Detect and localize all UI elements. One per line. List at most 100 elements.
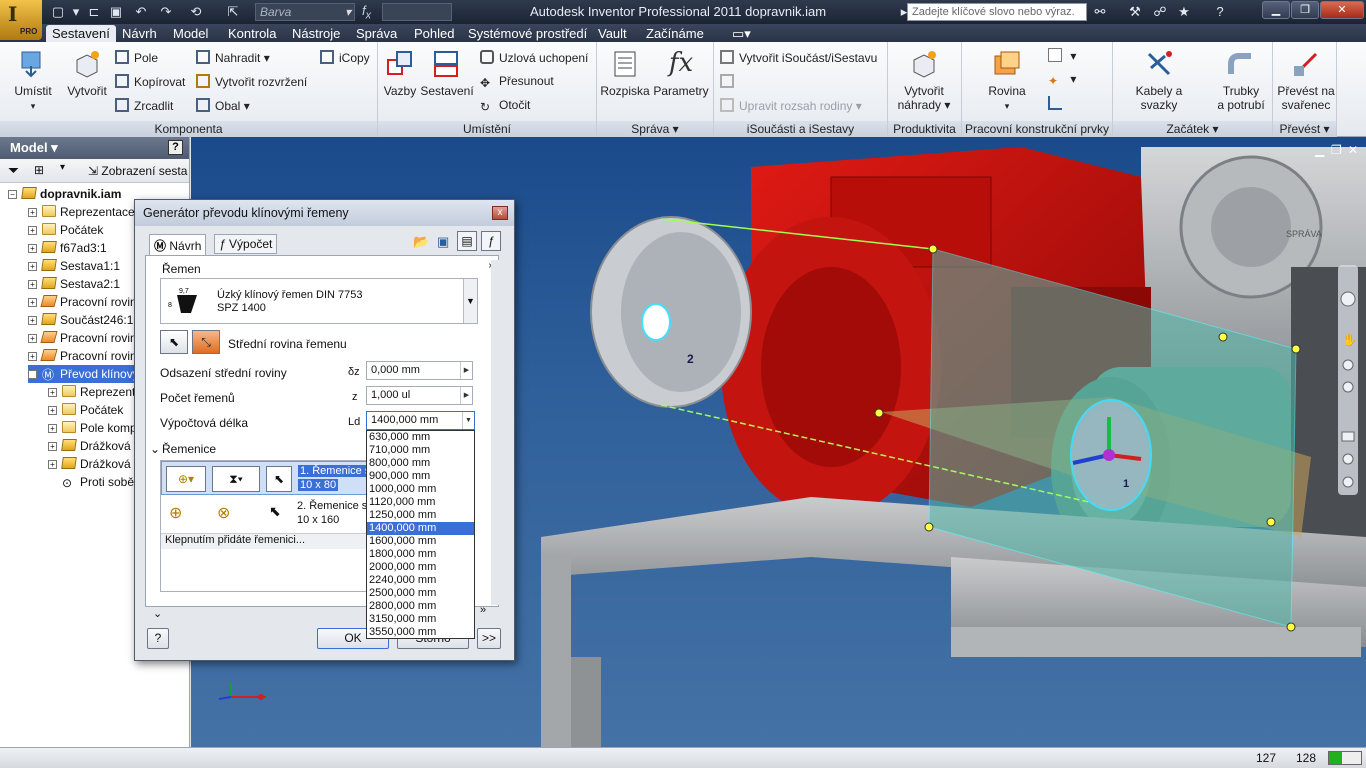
replace-button[interactable]: Nahradit ▾ (196, 50, 270, 65)
length-option[interactable]: 1250,000 mm (367, 509, 474, 522)
tab-nastroje[interactable]: Nástroje (286, 25, 346, 42)
tab-kontrola[interactable]: Kontrola (222, 25, 282, 42)
ribbon-minimize-icon[interactable]: ▭▾ (726, 25, 757, 42)
shrinkwrap-button[interactable]: Obal ▾ (196, 98, 250, 113)
length-option[interactable]: 2000,000 mm (367, 561, 474, 574)
expand-icon[interactable]: + (48, 424, 57, 433)
pulley-2[interactable]: 2 (590, 216, 752, 408)
expand-icon[interactable]: + (48, 406, 57, 415)
tab-zaciname[interactable]: Začínáme (640, 25, 710, 42)
dialog-title-bar[interactable]: Generátor převodu klínovými řemeny x (135, 200, 514, 226)
length-option[interactable]: 2800,000 mm (367, 600, 474, 613)
tools-icon[interactable]: ⚒ (1125, 3, 1145, 21)
ipart-secondary-button[interactable] (720, 74, 739, 89)
length-option[interactable]: 900,000 mm (367, 470, 474, 483)
tree-structure-icon[interactable]: ⊞ (34, 163, 44, 177)
save-icon[interactable]: ▣ (108, 4, 124, 20)
length-option[interactable]: 3150,000 mm (367, 613, 474, 626)
search-input[interactable]: Zadejte klíčové slovo nebo výraz. (907, 3, 1087, 21)
place-button[interactable]: Umístit ▾ (8, 48, 58, 112)
create-substitutes-button[interactable]: Vytvořit náhrady ▾ (894, 48, 954, 112)
belt-dropdown-arrow[interactable]: ▼ (463, 279, 477, 323)
update-icon[interactable]: ⟲ (188, 4, 204, 20)
fx-icon[interactable]: fx (362, 3, 371, 22)
viewport-restore-icon[interactable]: ❐ (1331, 143, 1342, 157)
work-point-button[interactable]: ✦ ▾ (1048, 72, 1076, 88)
browser-tree-item[interactable]: + f67ad3:1 (28, 239, 107, 257)
binoculars-icon[interactable]: ⚯ (1090, 3, 1110, 21)
expand-icon[interactable]: + (48, 460, 57, 469)
collapse-icon[interactable]: − (28, 370, 37, 379)
assemble-button[interactable]: Sestavení (420, 48, 474, 98)
length-option[interactable]: 2500,000 mm (367, 587, 474, 600)
tab-systemove-prostredi[interactable]: Systémové prostředí (462, 25, 593, 42)
rotate-button[interactable]: ↻ Otočit (480, 98, 530, 114)
new-icon[interactable]: ▢ (50, 4, 66, 20)
bom-button[interactable]: Rozpiska (600, 48, 650, 98)
edit-family-scope-button[interactable]: Upravit rozsah rodiny ▾ (720, 98, 862, 113)
length-select[interactable]: 1400,000 mm ▼ (366, 411, 475, 430)
length-option[interactable]: 1600,000 mm (367, 535, 474, 548)
browser-tree-item[interactable]: + Pracovní rovina4 (28, 329, 150, 347)
length-option[interactable]: 710,000 mm (367, 444, 474, 457)
color-selector[interactable]: Barva ▾ (255, 3, 355, 21)
expand-icon[interactable]: + (28, 316, 37, 325)
favorites-icon[interactable]: ★ (1174, 3, 1194, 21)
communication-icon[interactable]: ☍ (1150, 3, 1170, 21)
browser-tree-item[interactable]: + Sestava2:1 (28, 275, 120, 293)
filter-icon[interactable]: ⏷ (8, 162, 19, 179)
help-icon[interactable]: ? (1210, 3, 1230, 21)
browser-tree-item[interactable]: + Součást246:1 (28, 311, 133, 329)
expand-icon[interactable]: + (28, 352, 37, 361)
grooved-pulley-icon[interactable]: ⊕▾ (166, 466, 206, 492)
dialog-help-button[interactable]: ? (147, 628, 169, 649)
pulley-select-icon[interactable]: ⬉ (269, 503, 281, 520)
browser-tree-item[interactable]: + Počátek (28, 221, 103, 239)
design-guide-icon[interactable]: ▤ (457, 231, 477, 251)
offset-input[interactable]: 0,000 mm ▶ (366, 361, 473, 380)
browser-tree-item[interactable]: + Pracovní rovina5 (28, 347, 150, 365)
expand-icon[interactable]: + (28, 262, 37, 271)
pattern-button[interactable]: Pole (115, 50, 158, 65)
length-option[interactable]: 1120,000 mm (367, 496, 474, 509)
expand-down-icon[interactable]: ⌄ (153, 607, 162, 620)
copy-button[interactable]: Kopírovat (115, 74, 185, 89)
minimize-button[interactable]: ▁ (1262, 1, 1290, 19)
create-ipart-button[interactable]: Vytvořit iSoučást/iSestavu (720, 50, 877, 65)
viewport-close-icon[interactable]: ✕ (1348, 143, 1358, 157)
save-icon[interactable]: ▣ (437, 234, 449, 250)
parameters-button[interactable]: fx Parametry (653, 48, 709, 98)
browser-help-button[interactable]: ? (168, 140, 183, 155)
open-icon[interactable]: ⊏ (86, 4, 102, 20)
grip-snap-button[interactable]: Uzlová uchopení (480, 50, 588, 65)
undo-icon[interactable]: ↶ (133, 4, 149, 20)
browser-tree-item[interactable]: − dopravnik.iam (8, 185, 121, 203)
new-dropdown-icon[interactable]: ▾ (68, 4, 84, 20)
grooved-pulley-icon[interactable]: ⊕ (169, 503, 182, 523)
expand-icon[interactable]: + (28, 334, 37, 343)
length-option[interactable]: 1400,000 mm (367, 522, 474, 535)
expand-icon[interactable]: + (48, 442, 57, 451)
tab-sprava[interactable]: Správa (350, 25, 403, 42)
tab-navrh[interactable]: Návrh (116, 25, 163, 42)
tab-calculation[interactable]: ƒ Výpočet (214, 234, 278, 254)
work-axis-button[interactable]: ▾ (1048, 48, 1076, 63)
calculation-toggle-icon[interactable]: ƒ (481, 231, 501, 251)
chevron-down-icon[interactable]: ▾ (60, 162, 65, 173)
tab-design[interactable]: Ⓜ Návrh (149, 234, 207, 256)
collapse-icon[interactable]: − (8, 190, 17, 199)
length-option[interactable]: 1800,000 mm (367, 548, 474, 561)
length-option[interactable]: 1000,000 mm (367, 483, 474, 496)
cable-harness-button[interactable]: Kabely a svazky (1117, 48, 1201, 112)
browser-tree-item[interactable]: ⊙ Proti sobě:9 (48, 473, 144, 491)
browser-header[interactable]: Model ▾ ? (0, 137, 189, 159)
close-button[interactable]: ✕ (1320, 1, 1364, 19)
belt-midplane-flip-button[interactable]: ⤡ (192, 330, 220, 354)
expand-icon[interactable]: + (28, 280, 37, 289)
belt-count-input[interactable]: 1,000 ul ▶ (366, 386, 473, 405)
idler-pulley-icon[interactable]: ⊗ (217, 503, 230, 523)
mirror-button[interactable]: Zrcadlit (115, 98, 173, 113)
pulley-section-collapse-icon[interactable]: ⌄ (150, 442, 160, 456)
browser-tree-item[interactable]: + Sestava1:1 (28, 257, 120, 275)
ucs-button[interactable] (1048, 96, 1067, 111)
